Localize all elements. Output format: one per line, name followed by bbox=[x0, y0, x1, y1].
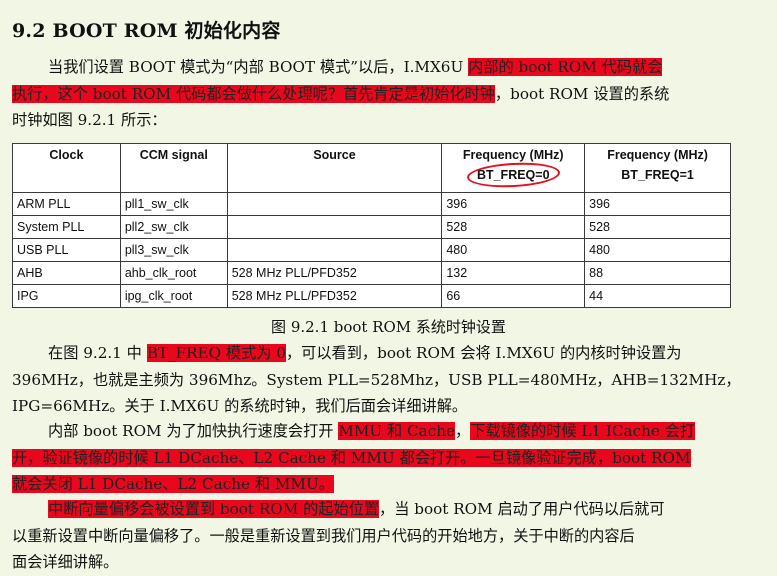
text: ，boot ROM 设置的系统 bbox=[494, 84, 670, 103]
table-cell: AHB bbox=[12, 261, 121, 285]
section-heading: 9.2 BOOT ROM 初始化内容 bbox=[12, 20, 281, 42]
table-cell: pll3_sw_clk bbox=[119, 238, 228, 262]
table-cell: 480 bbox=[441, 238, 586, 262]
highlight: 内部的 boot ROM 代码就会 bbox=[468, 58, 663, 76]
table-cell: ahb_clk_root bbox=[119, 261, 228, 285]
text: IPG=66MHz。关于 I.MX6U 的系统时钟，我们后面会详细讲解。 bbox=[12, 397, 468, 415]
highlight: 下载镜像的时候 L1 ICache 会打 bbox=[470, 422, 696, 440]
table-cell: 88 bbox=[584, 261, 731, 285]
table-cell: 528 bbox=[584, 215, 731, 239]
table-row: AHB ahb_clk_root 528 MHz PLL/PFD352 132 … bbox=[12, 261, 731, 285]
text: 当我们设置 BOOT 模式为“内部 BOOT 模式”以后，I.MX6U bbox=[48, 58, 469, 76]
table-row: IPG ipg_clk_root 528 MHz PLL/PFD352 66 4… bbox=[12, 284, 731, 308]
header-source: Source bbox=[226, 143, 443, 193]
table-row: System PLL pll2_sw_clk 528 528 bbox=[12, 215, 731, 239]
text: 以重新设置中断向量偏移了。一般是重新设置到我们用户代码的开始地方，关于中断的内容… bbox=[12, 526, 635, 545]
circle-annotation: BT_FREQ=0 bbox=[471, 168, 556, 182]
paragraph-3: 内部 boot ROM 为了加快执行速度会打开 MMU 和 Cache，下载镜像… bbox=[12, 418, 737, 498]
clock-table: Clock CCM signal Source Frequency (MHz) … bbox=[12, 143, 731, 308]
text: ， bbox=[455, 422, 471, 440]
table-row: ARM PLL pll1_sw_clk 396 396 bbox=[12, 192, 731, 216]
text: 内部 boot ROM 为了加快执行速度会打开 bbox=[48, 422, 339, 440]
table-cell: IPG bbox=[12, 284, 121, 308]
document-page: 9.2 BOOT ROM 初始化内容 当我们设置 BOOT 模式为“内部 BOO… bbox=[0, 0, 777, 575]
table-cell: 396 bbox=[441, 192, 586, 216]
highlight: 执行，这个 boot ROM 代码都会做什么处理呢？首先肯定是初始化时钟 bbox=[12, 84, 495, 103]
table-cell: 528 MHz PLL/PFD352 bbox=[226, 284, 443, 308]
highlight: 中断向量偏移会被设置到 boot ROM 的起始位置 bbox=[48, 500, 380, 518]
table-cell: ARM PLL bbox=[12, 192, 121, 216]
text: ，可以看到，boot ROM 会将 I.MX6U 的内核时钟设置为 bbox=[285, 344, 682, 362]
text: 在图 9.2.1 中 bbox=[48, 344, 147, 362]
highlight: BT_FREQ 模式为 0 bbox=[146, 344, 286, 362]
paragraph-1: 当我们设置 BOOT 模式为“内部 BOOT 模式”以后，I.MX6U 内部的 … bbox=[12, 54, 737, 134]
header-clock: Clock bbox=[12, 143, 121, 193]
text: 时钟如图 9.2.1 所示： bbox=[12, 111, 167, 129]
text: 396MHz，也就是主频为 396Mhz。System PLL=528Mhz，U… bbox=[12, 370, 741, 389]
table-cell: 44 bbox=[584, 284, 731, 308]
table-cell: System PLL bbox=[12, 215, 121, 239]
table-cell: pll2_sw_clk bbox=[119, 215, 228, 239]
table-cell: 66 bbox=[441, 284, 586, 308]
figure-caption: 图 9.2.1 boot ROM 系统时钟设置 bbox=[271, 318, 506, 336]
table-cell bbox=[226, 215, 443, 239]
table-cell bbox=[226, 192, 443, 216]
header-freq-1: Frequency (MHz) BT_FREQ=1 bbox=[584, 143, 731, 193]
header-freq-0: Frequency (MHz) BT_FREQ=0 bbox=[441, 143, 586, 193]
table-cell: USB PLL bbox=[12, 238, 121, 262]
table-cell bbox=[226, 238, 443, 262]
highlight: 开，验证镜像的时候 L1 DCache、L2 Cache 和 MMU 都会打开。… bbox=[12, 448, 691, 467]
text: ，当 boot ROM 启动了用户代码以后就可 bbox=[379, 500, 665, 518]
table-cell: 528 MHz PLL/PFD352 bbox=[226, 261, 443, 285]
paragraph-4: 中断向量偏移会被设置到 boot ROM 的起始位置，当 boot ROM 启动… bbox=[12, 496, 737, 576]
highlight: 就会关闭 L1 DCache、L2 Cache 和 MMU。 bbox=[12, 475, 334, 493]
table-cell: 132 bbox=[441, 261, 586, 285]
header-ccm-signal: CCM signal bbox=[119, 143, 228, 193]
table-row: USB PLL pll3_sw_clk 480 480 bbox=[12, 238, 731, 262]
table-header-row: Clock CCM signal Source Frequency (MHz) … bbox=[12, 143, 731, 193]
text: 面会详细讲解。 bbox=[12, 553, 119, 571]
table-cell: 480 bbox=[584, 238, 731, 262]
table-cell: pll1_sw_clk bbox=[119, 192, 228, 216]
table-cell: 528 bbox=[441, 215, 586, 239]
table-cell: 396 bbox=[584, 192, 731, 216]
highlight: MMU 和 Cache bbox=[338, 422, 456, 440]
table-cell: ipg_clk_root bbox=[119, 284, 228, 308]
paragraph-2: 在图 9.2.1 中 BT_FREQ 模式为 0，可以看到，boot ROM 会… bbox=[12, 340, 741, 420]
